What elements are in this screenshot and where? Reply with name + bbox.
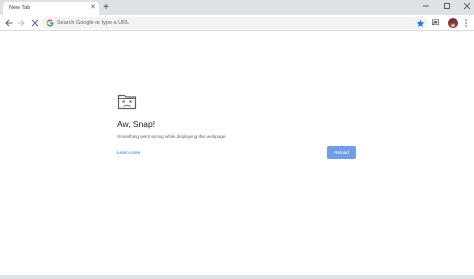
- error-title: Aw, Snap!: [117, 119, 156, 129]
- sad-tab-icon: [117, 94, 137, 110]
- window-close-icon[interactable]: [461, 1, 473, 11]
- kebab-menu-icon[interactable]: [463, 18, 469, 28]
- learn-more-link[interactable]: Learn more: [117, 150, 141, 155]
- omnibox[interactable]: Search Google or type a URL: [41, 17, 428, 29]
- google-icon: [46, 19, 54, 27]
- cast-icon[interactable]: [431, 18, 440, 27]
- maximize-icon[interactable]: [441, 1, 453, 11]
- star-icon[interactable]: [416, 19, 425, 28]
- tab-close-icon[interactable]: ✕: [89, 4, 97, 12]
- omnibox-placeholder: Search Google or type a URL: [57, 19, 130, 26]
- error-description: Something went wrong while displaying th…: [117, 134, 227, 139]
- tab-new-tab[interactable]: New Tab ✕: [3, 2, 99, 15]
- reload-button[interactable]: Reload: [327, 146, 356, 159]
- tab-title: New Tab: [9, 5, 31, 11]
- browser-toolbar: Search Google or type a URL: [0, 15, 474, 31]
- minimize-icon[interactable]: [420, 1, 432, 11]
- new-tab-button[interactable]: +: [101, 3, 111, 13]
- tab-strip: New Tab ✕ +: [0, 0, 474, 15]
- arrow-left-icon[interactable]: [4, 18, 14, 28]
- arrow-right-icon[interactable]: [16, 18, 26, 28]
- stop-icon[interactable]: [30, 18, 40, 28]
- taskbar-edge: [0, 275, 474, 279]
- avatar[interactable]: [448, 18, 458, 28]
